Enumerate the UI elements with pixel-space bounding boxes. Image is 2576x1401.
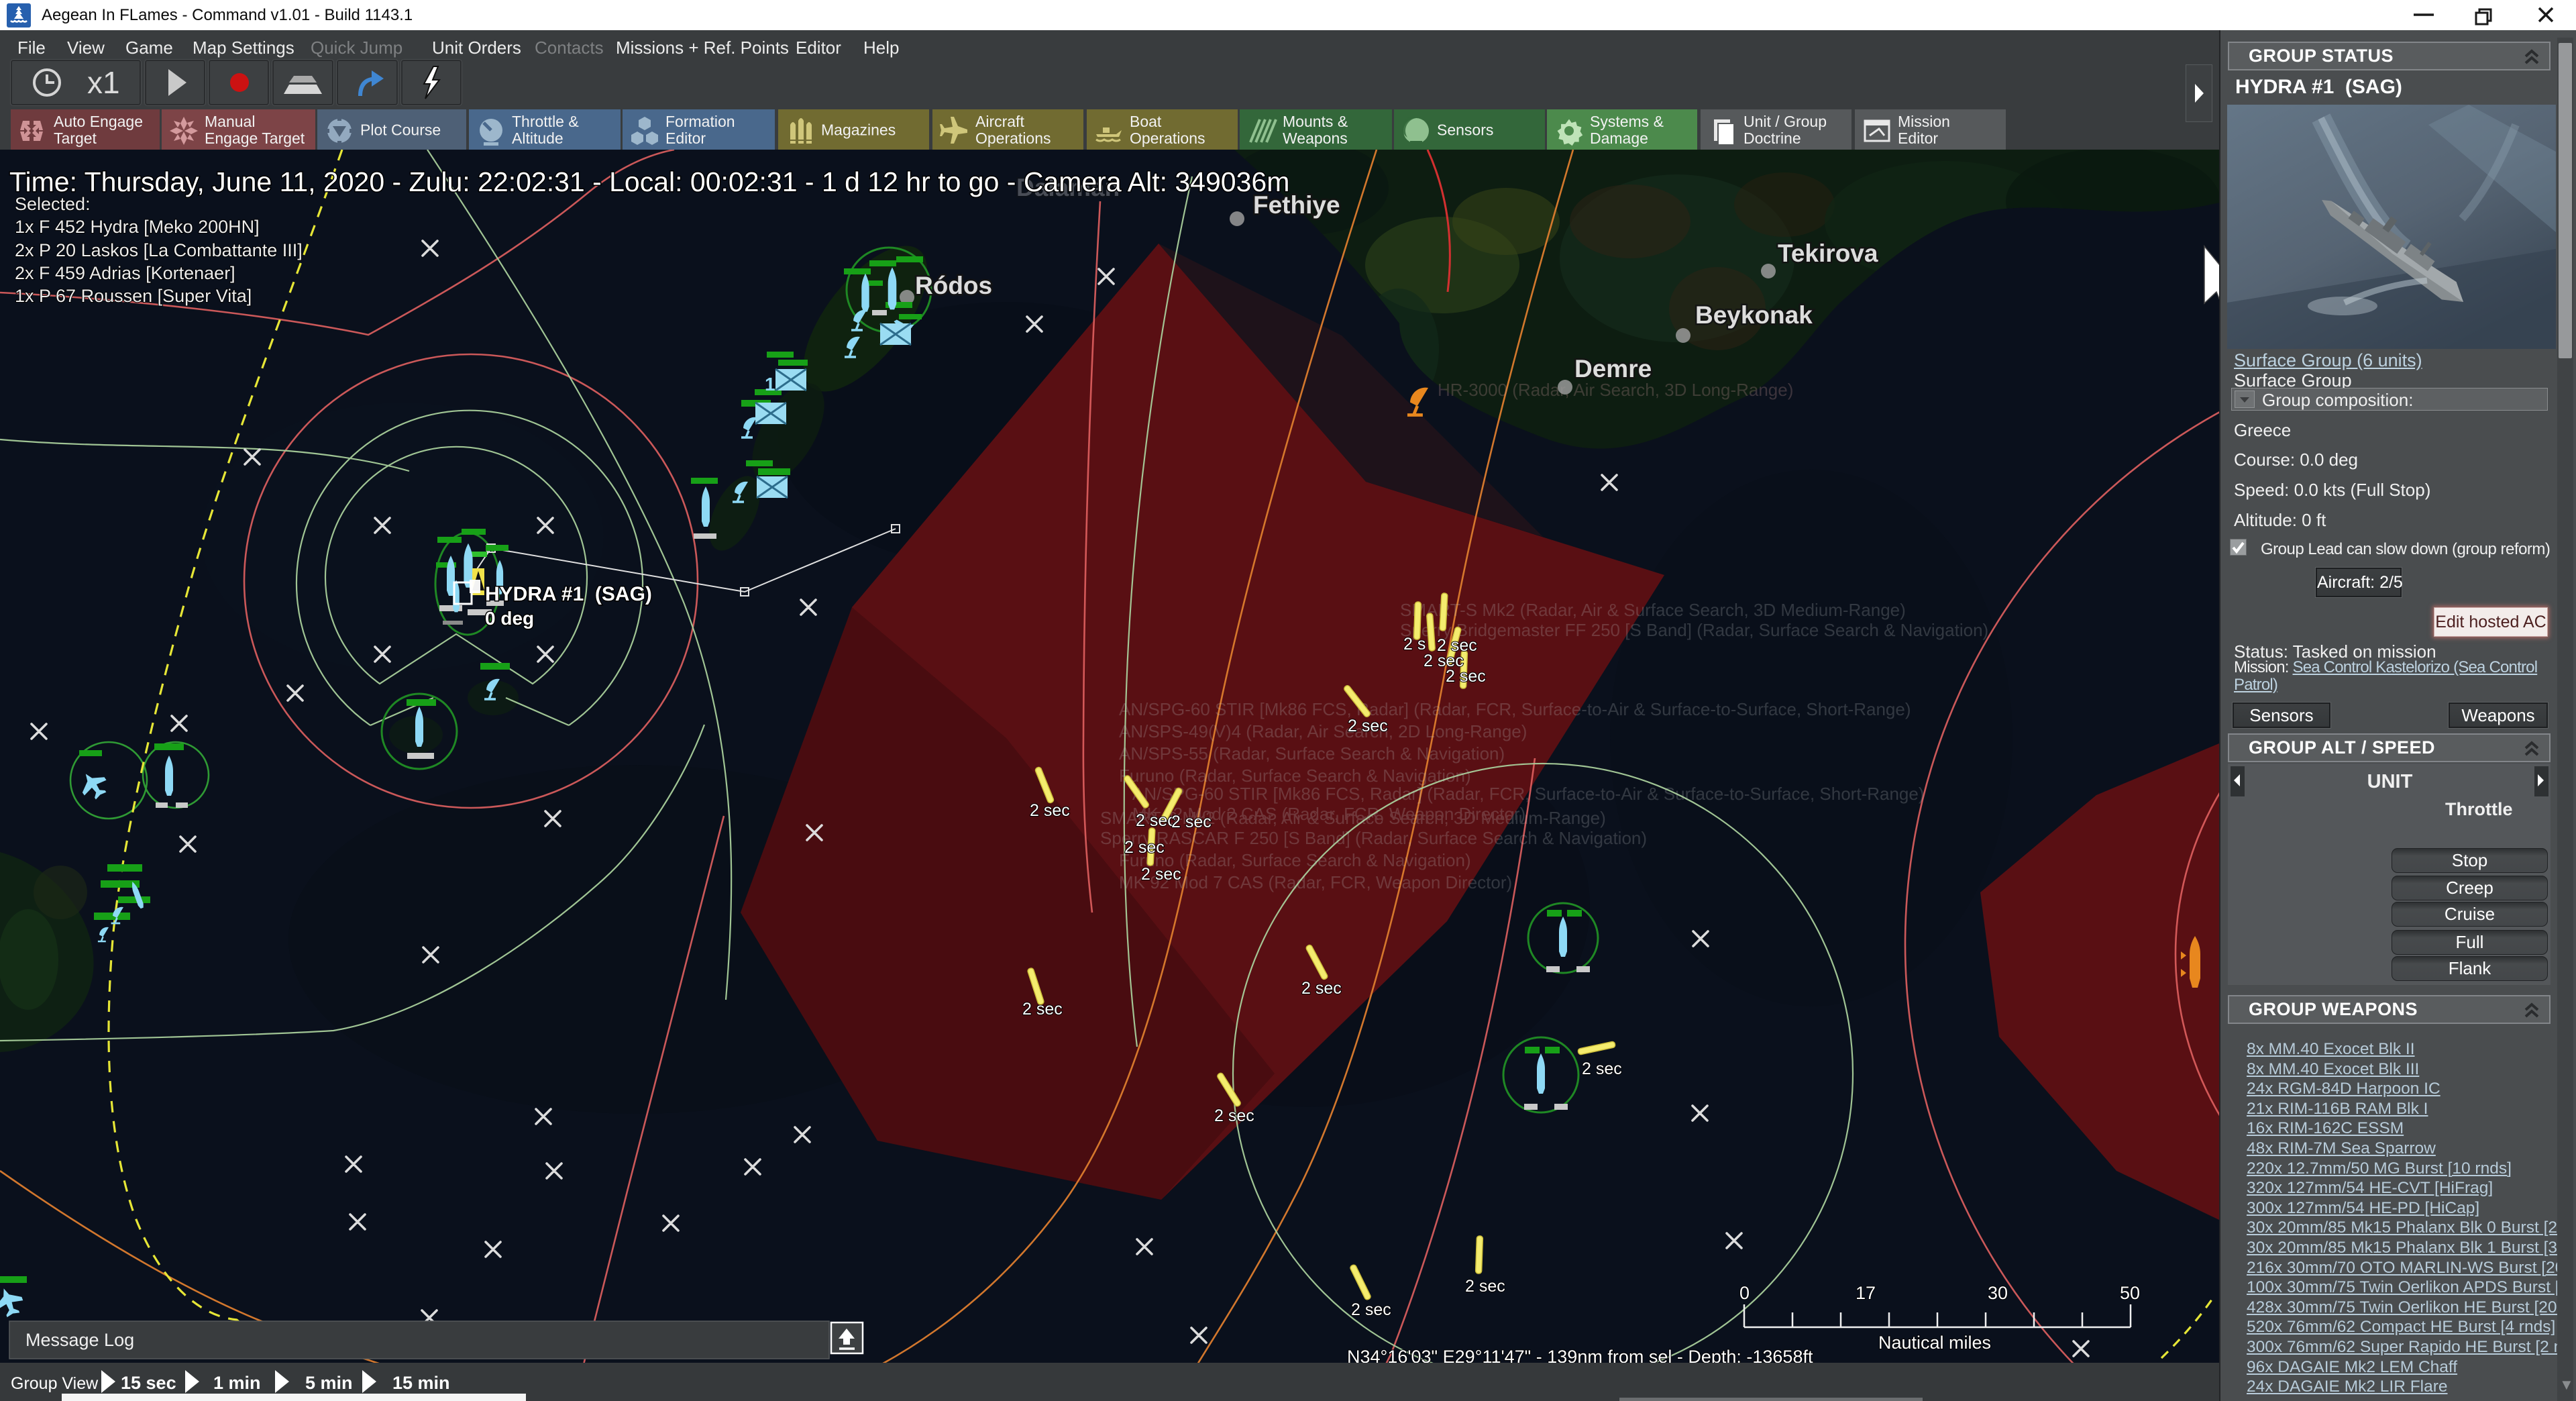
svg-text:AN/SPG-60 STIR [Mk86 FCS, Rada: AN/SPG-60 STIR [Mk86 FCS, Radar] (Radar,… [1119, 699, 1911, 719]
svg-text:2 sec: 2 sec [1141, 865, 1181, 884]
svg-text:2 sec: 2 sec [1214, 1106, 1254, 1125]
svg-text:2 s: 2 s [1403, 635, 1426, 654]
svg-text:17: 17 [1856, 1283, 1876, 1303]
svg-text:2 sec: 2 sec [1348, 717, 1388, 735]
svg-text:SMART-S Mk2 (Radar, Air & Surf: SMART-S Mk2 (Radar, Air & Surface Search… [1400, 600, 1906, 620]
svg-text:5 min: 5 min [305, 1373, 353, 1393]
svg-text:HR-3000 (Radar, Air Search, 3D: HR-3000 (Radar, Air Search, 3D Long-Rang… [1438, 380, 1793, 400]
svg-text:1: 1 [765, 374, 775, 395]
svg-text:Tekirova: Tekirova [1778, 240, 1878, 267]
svg-text:2 sec: 2 sec [1124, 838, 1165, 857]
svg-text:AN/SPG-60 STIR [Mk86 FCS, Rada: AN/SPG-60 STIR [Mk86 FCS, Radar] (Radar,… [1132, 784, 1925, 804]
svg-text:2 sec: 2 sec [1030, 801, 1070, 820]
svg-text:2 sec: 2 sec [1465, 1277, 1505, 1296]
svg-text:Beykonak: Beykonak [1695, 301, 1813, 329]
svg-text:2 sec: 2 sec [1171, 813, 1212, 831]
svg-text:50: 50 [2120, 1283, 2140, 1303]
svg-text:1x F 452 Hydra [Meko 200HN]: 1x F 452 Hydra [Meko 200HN] [15, 217, 260, 237]
svg-text:AN/SPS-49(V)4 (Radar, Air Sear: AN/SPS-49(V)4 (Radar, Air Search, 2D Lon… [1119, 721, 1527, 741]
svg-text:2x P 20 Laskos [La Combattante: 2x P 20 Laskos [La Combattante III] [15, 240, 303, 260]
svg-text:30: 30 [1988, 1283, 2008, 1303]
svg-text:0: 0 [1739, 1283, 1750, 1303]
svg-text:AN/SPS-55 (Radar, Surface Sear: AN/SPS-55 (Radar, Surface Search & Navig… [1119, 743, 1505, 764]
svg-text:Ródos: Ródos [915, 272, 992, 299]
svg-text:2 sec: 2 sec [1446, 667, 1486, 686]
svg-text:2x F 459 Adrias [Kortenaer]: 2x F 459 Adrias [Kortenaer] [15, 263, 235, 283]
svg-text:2 sec: 2 sec [1582, 1059, 1622, 1078]
svg-text:1x P 67 Roussen [Super Vita]: 1x P 67 Roussen [Super Vita] [15, 286, 252, 306]
svg-text:Demre: Demre [1574, 355, 1652, 382]
svg-text:Message Log: Message Log [25, 1330, 134, 1350]
svg-text:Nautical miles: Nautical miles [1878, 1333, 1991, 1353]
svg-text:0 deg: 0 deg [485, 608, 534, 629]
svg-text:Time: Thursday, June 11, 2020: Time: Thursday, June 11, 2020 - Zulu: 22… [9, 166, 1289, 197]
svg-text:1 min: 1 min [213, 1373, 261, 1393]
svg-text:2 sec: 2 sec [1136, 811, 1176, 830]
svg-text:2 sec: 2 sec [1301, 979, 1342, 998]
svg-text:Furuno (Radar, Surface Search: Furuno (Radar, Surface Search & Navigati… [1119, 766, 1471, 786]
svg-text:Group View: Group View [11, 1374, 99, 1393]
svg-text:Selected:: Selected: [15, 194, 91, 214]
svg-text:HYDRA #1 (SAG): HYDRA #1 (SAG) [485, 583, 652, 605]
svg-text:15 sec: 15 sec [121, 1373, 176, 1393]
svg-text:Sperry Bridgemaster FF 250 [S: Sperry Bridgemaster FF 250 [S Band] (Rad… [1400, 620, 1988, 640]
svg-text:15 min: 15 min [392, 1373, 450, 1393]
svg-text:x1: x1 [87, 65, 120, 100]
svg-text:2 sec: 2 sec [1022, 1000, 1063, 1019]
svg-text:2 sec: 2 sec [1351, 1300, 1391, 1319]
